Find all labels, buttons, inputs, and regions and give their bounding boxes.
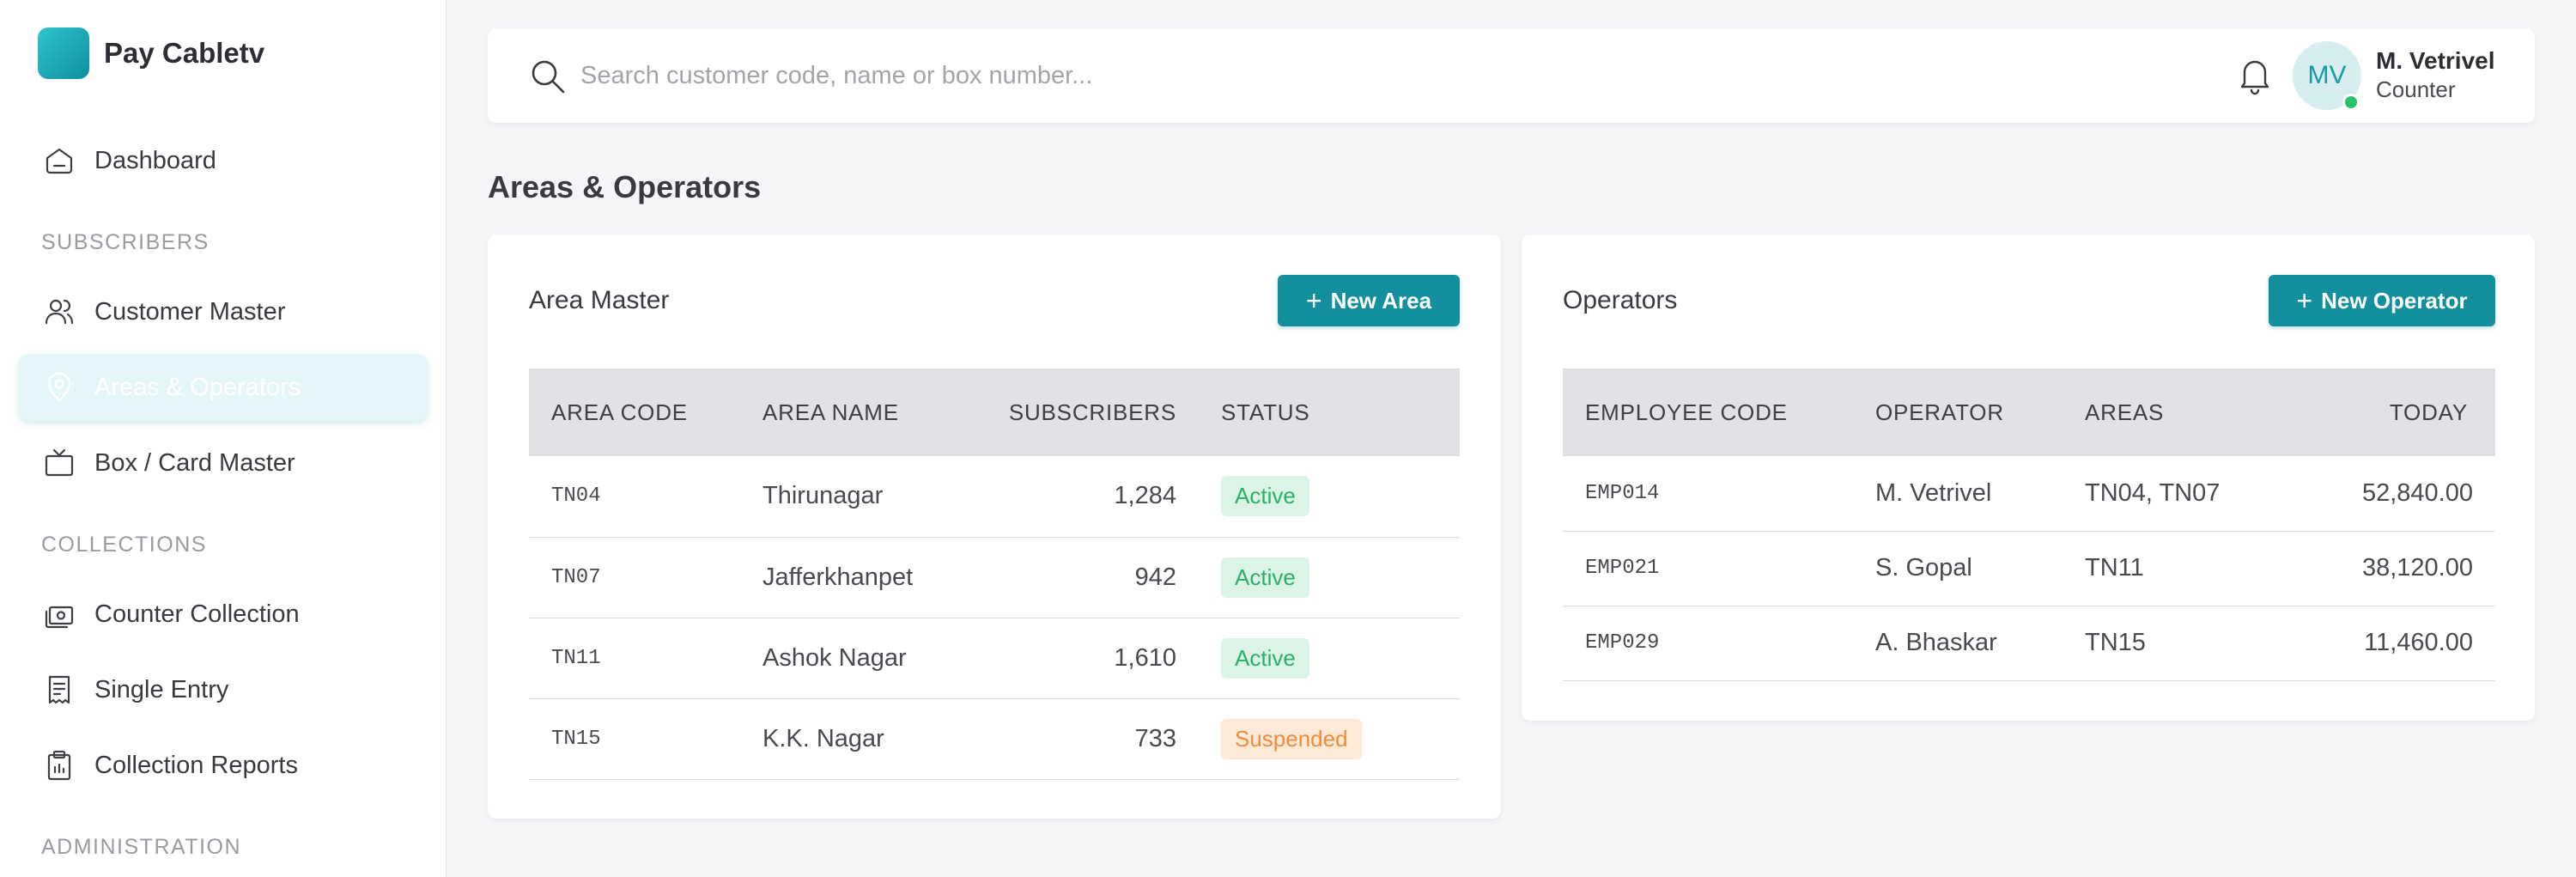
sidebar: Pay Cabletv Dashboard SUBSCRIBERS Custom…	[0, 0, 447, 877]
area-code: TN15	[529, 698, 740, 780]
topbar: MV M. Vetrivel Counter	[488, 28, 2535, 123]
subscriber-count: 733	[943, 698, 1199, 780]
new-area-label: New Area	[1330, 287, 1432, 314]
column-header[interactable]: AREA CODE	[529, 368, 740, 456]
status-badge: Active	[1221, 476, 1309, 517]
plus-icon: +	[2296, 285, 2313, 316]
today-collection: 11,460.00	[2281, 606, 2495, 681]
column-header[interactable]: STATUS	[1199, 368, 1460, 456]
today-collection: 52,840.00	[2281, 456, 2495, 532]
table-row[interactable]: TN07 Jafferkhanpet 942 Active	[529, 537, 1460, 618]
today-collection: 38,120.00	[2281, 531, 2495, 606]
table-row[interactable]: TN15 K.K. Nagar 733 Suspended	[529, 698, 1460, 780]
status-cell: Active	[1199, 618, 1460, 699]
column-header[interactable]: SUBSCRIBERS	[943, 368, 1199, 456]
table-header-row: AREA CODE AREA NAME SUBSCRIBERS STATUS	[529, 368, 1460, 456]
table-row[interactable]: EMP014 M. Vetrivel TN04, TN07 52,840.00	[1563, 456, 2495, 532]
subscriber-count: 1,284	[943, 456, 1199, 538]
sidebar-item-label: Customer Master	[94, 297, 286, 326]
status-badge: Active	[1221, 637, 1309, 679]
search-icon	[529, 58, 567, 95]
brand-logo	[38, 27, 89, 79]
user-name: M. Vetrivel	[2376, 47, 2495, 74]
status-badge: Active	[1221, 557, 1309, 598]
area-name: Jafferkhanpet	[740, 537, 943, 618]
brand-name: Pay Cabletv	[104, 37, 265, 69]
column-header[interactable]: EMPLOYEE CODE	[1563, 368, 1853, 456]
table-row[interactable]: TN04 Thirunagar 1,284 Active	[529, 456, 1460, 538]
page-title: Areas & Operators	[488, 169, 762, 204]
status-badge: Suspended	[1221, 718, 1362, 759]
area-name: Ashok Nagar	[740, 618, 943, 699]
operator-areas: TN11	[2063, 531, 2281, 606]
table-row[interactable]: EMP021 S. Gopal TN11 38,120.00	[1563, 531, 2495, 606]
sidebar-item-label: Collection Reports	[94, 751, 298, 779]
sidebar-item-single-entry[interactable]: Single Entry	[19, 656, 428, 723]
subscriber-count: 942	[943, 537, 1199, 618]
area-master-table: AREA CODE AREA NAME SUBSCRIBERS STATUS T…	[529, 368, 1460, 780]
sidebar-item-label: Areas & Operators	[94, 373, 301, 401]
bell-icon[interactable]	[2236, 54, 2274, 95]
sidebar-item-label: Single Entry	[94, 675, 229, 703]
sidebar-section-administration: ADMINISTRATION	[41, 835, 242, 859]
status-cell: Suspended	[1199, 698, 1460, 780]
tv-icon	[41, 445, 77, 481]
sidebar-item-collection-reports[interactable]: Collection Reports	[19, 732, 428, 799]
location-pin-icon	[41, 369, 77, 405]
area-name: K.K. Nagar	[740, 698, 943, 780]
clipboard-icon	[41, 747, 77, 783]
sidebar-item-label: Counter Collection	[94, 600, 300, 628]
sidebar-item-customer-master[interactable]: Customer Master	[19, 278, 428, 345]
home-icon	[41, 143, 77, 179]
sidebar-item-box-card-master[interactable]: Box / Card Master	[19, 429, 428, 496]
status-cell: Active	[1199, 456, 1460, 538]
sidebar-item-label: Box / Card Master	[94, 448, 295, 477]
operators-table: EMPLOYEE CODE OPERATOR AREAS TODAY EMP01…	[1563, 368, 2495, 681]
sidebar-item-areas-operators[interactable]: Areas & Operators	[19, 354, 428, 421]
new-operator-button[interactable]: + New Operator	[2269, 275, 2495, 326]
sidebar-item-counter-collection[interactable]: Counter Collection	[19, 581, 428, 648]
employee-code: EMP014	[1563, 456, 1853, 532]
area-code: TN11	[529, 618, 740, 699]
operator-name: S. Gopal	[1853, 531, 2063, 606]
sidebar-section-collections: COLLECTIONS	[41, 533, 207, 557]
table-row[interactable]: EMP029 A. Bhaskar TN15 11,460.00	[1563, 606, 2495, 681]
new-area-button[interactable]: + New Area	[1278, 275, 1460, 326]
operator-name: M. Vetrivel	[1853, 456, 2063, 532]
area-master-card: Area Master + New Area AREA CODE AREA NA…	[488, 234, 1501, 819]
users-icon	[41, 294, 77, 330]
brand[interactable]: Pay Cabletv	[38, 27, 264, 79]
sidebar-section-subscribers: SUBSCRIBERS	[41, 230, 210, 254]
employee-code: EMP021	[1563, 531, 1853, 606]
operator-areas: TN04, TN07	[2063, 456, 2281, 532]
table-row[interactable]: TN11 Ashok Nagar 1,610 Active	[529, 618, 1460, 699]
employee-code: EMP029	[1563, 606, 1853, 681]
table-header-row: EMPLOYEE CODE OPERATOR AREAS TODAY	[1563, 368, 2495, 456]
operator-name: A. Bhaskar	[1853, 606, 2063, 681]
column-header[interactable]: OPERATOR	[1853, 368, 2063, 456]
sidebar-item-label: Dashboard	[94, 146, 216, 174]
operator-areas: TN15	[2063, 606, 2281, 681]
online-status-dot	[2342, 94, 2360, 111]
column-header[interactable]: AREAS	[2063, 368, 2281, 456]
area-master-title: Area Master	[529, 286, 670, 314]
column-header[interactable]: AREA NAME	[740, 368, 943, 456]
cash-icon	[41, 596, 77, 632]
column-header[interactable]: TODAY	[2281, 368, 2495, 456]
sidebar-item-dashboard[interactable]: Dashboard	[19, 127, 428, 194]
user-role: Counter	[2376, 76, 2456, 102]
area-code: TN07	[529, 537, 740, 618]
subscriber-count: 1,610	[943, 618, 1199, 699]
area-code: TN04	[529, 456, 740, 538]
search-input[interactable]	[580, 52, 1868, 99]
receipt-icon	[41, 672, 77, 708]
operators-card: Operators + New Operator EMPLOYEE CODE O…	[1522, 234, 2535, 721]
area-name: Thirunagar	[740, 456, 943, 538]
plus-icon: +	[1305, 285, 1322, 316]
status-cell: Active	[1199, 537, 1460, 618]
operators-title: Operators	[1563, 286, 1678, 314]
new-operator-label: New Operator	[2321, 287, 2468, 314]
